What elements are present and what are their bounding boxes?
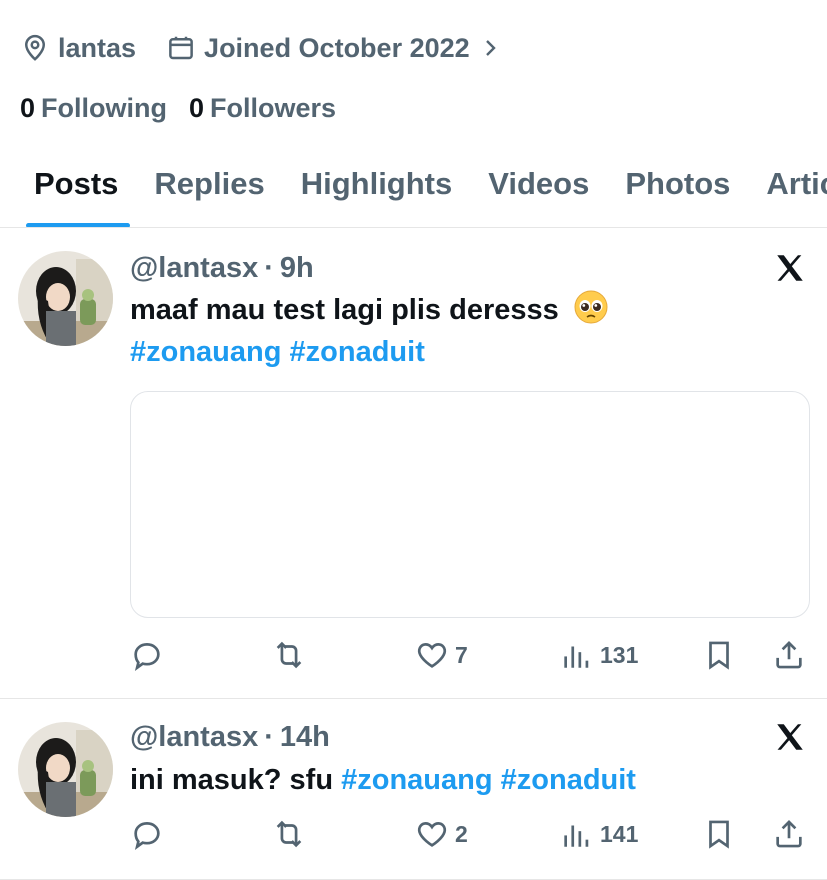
tab-replies[interactable]: Replies bbox=[136, 140, 282, 227]
like-button[interactable]: 7 bbox=[415, 635, 468, 675]
tab-label: Posts bbox=[34, 166, 119, 201]
active-tab-indicator bbox=[26, 223, 130, 227]
x-logo-icon bbox=[777, 255, 803, 281]
hashtag[interactable]: #zonauang bbox=[341, 764, 492, 796]
share-button[interactable] bbox=[772, 814, 806, 854]
views-icon bbox=[564, 646, 589, 668]
calendar-icon bbox=[169, 36, 193, 60]
reply-icon bbox=[134, 822, 160, 850]
location-text: lantas bbox=[58, 32, 137, 63]
post-body: maaf mau test lagi plis deresss bbox=[130, 294, 559, 326]
post-time[interactable]: 14h bbox=[280, 721, 330, 754]
avatar-photo bbox=[18, 251, 113, 346]
joined-text: Joined October 2022 bbox=[204, 32, 470, 63]
post-media-card[interactable] bbox=[130, 391, 810, 618]
views-button[interactable]: 131 bbox=[560, 635, 638, 675]
post-actions: 7 131 bbox=[130, 635, 810, 675]
post-handle[interactable]: @lantasx bbox=[130, 721, 258, 754]
tab-articles[interactable]: Articles bbox=[748, 140, 827, 227]
post-separator: · bbox=[264, 720, 274, 753]
bookmark-button[interactable] bbox=[702, 814, 736, 854]
views-icon bbox=[564, 825, 589, 847]
tab-photos[interactable]: Photos bbox=[607, 140, 748, 227]
tab-posts[interactable]: Posts bbox=[0, 140, 136, 227]
post[interactable]: @lantasx · 14h ini masuk? sfu #zonauang … bbox=[0, 700, 827, 880]
post-header: @lantasx · 14h bbox=[130, 720, 330, 754]
post-time[interactable]: 9h bbox=[280, 252, 314, 285]
post-text: maaf mau test lagi plis deresss #zonauan… bbox=[130, 289, 810, 373]
reply-button[interactable] bbox=[130, 635, 164, 675]
tab-label: Videos bbox=[488, 166, 590, 201]
repost-button[interactable] bbox=[272, 635, 306, 675]
views-count: 141 bbox=[600, 820, 639, 847]
like-count: 7 bbox=[455, 641, 468, 668]
post-actions: 2 141 bbox=[130, 814, 810, 854]
profile-location: lantas bbox=[20, 33, 136, 64]
location-pin-icon bbox=[24, 34, 46, 61]
bookmark-button[interactable] bbox=[702, 635, 736, 675]
tab-highlights[interactable]: Highlights bbox=[283, 140, 471, 227]
like-count: 2 bbox=[455, 820, 468, 847]
followers-link[interactable]: 0 Followers bbox=[189, 93, 336, 124]
share-button[interactable] bbox=[772, 635, 806, 675]
post-header: @lantasx · 9h bbox=[130, 251, 314, 285]
avatar-photo bbox=[18, 722, 113, 817]
avatar[interactable] bbox=[18, 722, 113, 817]
avatar[interactable] bbox=[18, 251, 113, 346]
tab-label: Replies bbox=[154, 166, 265, 201]
pleading-face-emoji bbox=[573, 289, 609, 325]
reply-button[interactable] bbox=[130, 814, 164, 854]
chevron-right-icon bbox=[485, 40, 496, 56]
tab-label: Articles bbox=[766, 166, 827, 201]
repost-button[interactable] bbox=[272, 814, 306, 854]
following-label: Following bbox=[41, 92, 168, 123]
hashtag[interactable]: #zonaduit bbox=[501, 764, 636, 796]
post-text: ini masuk? sfu #zonauang #zonaduit bbox=[130, 759, 810, 801]
views-count: 131 bbox=[600, 641, 639, 668]
follow-stats: 0 Following 0 Followers bbox=[20, 90, 336, 126]
like-button[interactable]: 2 bbox=[415, 814, 468, 854]
followers-label: Followers bbox=[210, 92, 337, 123]
reply-icon bbox=[134, 643, 160, 671]
hashtag[interactable]: #zonaduit bbox=[290, 336, 425, 368]
hashtag[interactable]: #zonauang bbox=[130, 336, 281, 368]
bookmark-icon bbox=[709, 641, 729, 670]
profile-tabs: Posts Replies Highlights Videos Photos A… bbox=[0, 140, 827, 228]
heart-icon bbox=[417, 643, 447, 668]
post-body: ini masuk? sfu bbox=[130, 764, 334, 796]
profile-joined[interactable]: Joined October 2022 bbox=[166, 33, 502, 64]
heart-icon bbox=[417, 822, 447, 847]
views-button[interactable]: 141 bbox=[560, 814, 638, 854]
followers-count: 0 bbox=[189, 92, 205, 123]
repost-icon bbox=[276, 820, 302, 848]
bookmark-icon bbox=[709, 820, 729, 849]
x-logo-icon bbox=[777, 724, 803, 750]
tab-videos[interactable]: Videos bbox=[470, 140, 607, 227]
tab-label: Photos bbox=[625, 166, 731, 201]
tab-label: Highlights bbox=[300, 166, 453, 201]
post-separator: · bbox=[264, 251, 274, 284]
post[interactable]: @lantasx · 9h maaf mau test lagi plis de… bbox=[0, 229, 827, 699]
post-handle[interactable]: @lantasx bbox=[130, 252, 258, 285]
share-icon bbox=[776, 641, 802, 669]
share-icon bbox=[776, 820, 802, 848]
repost-icon bbox=[276, 641, 302, 669]
following-count: 0 bbox=[20, 92, 36, 123]
following-link[interactable]: 0 Following bbox=[20, 93, 167, 124]
profile-meta-row: lantas Joined October 2022 bbox=[20, 30, 502, 66]
